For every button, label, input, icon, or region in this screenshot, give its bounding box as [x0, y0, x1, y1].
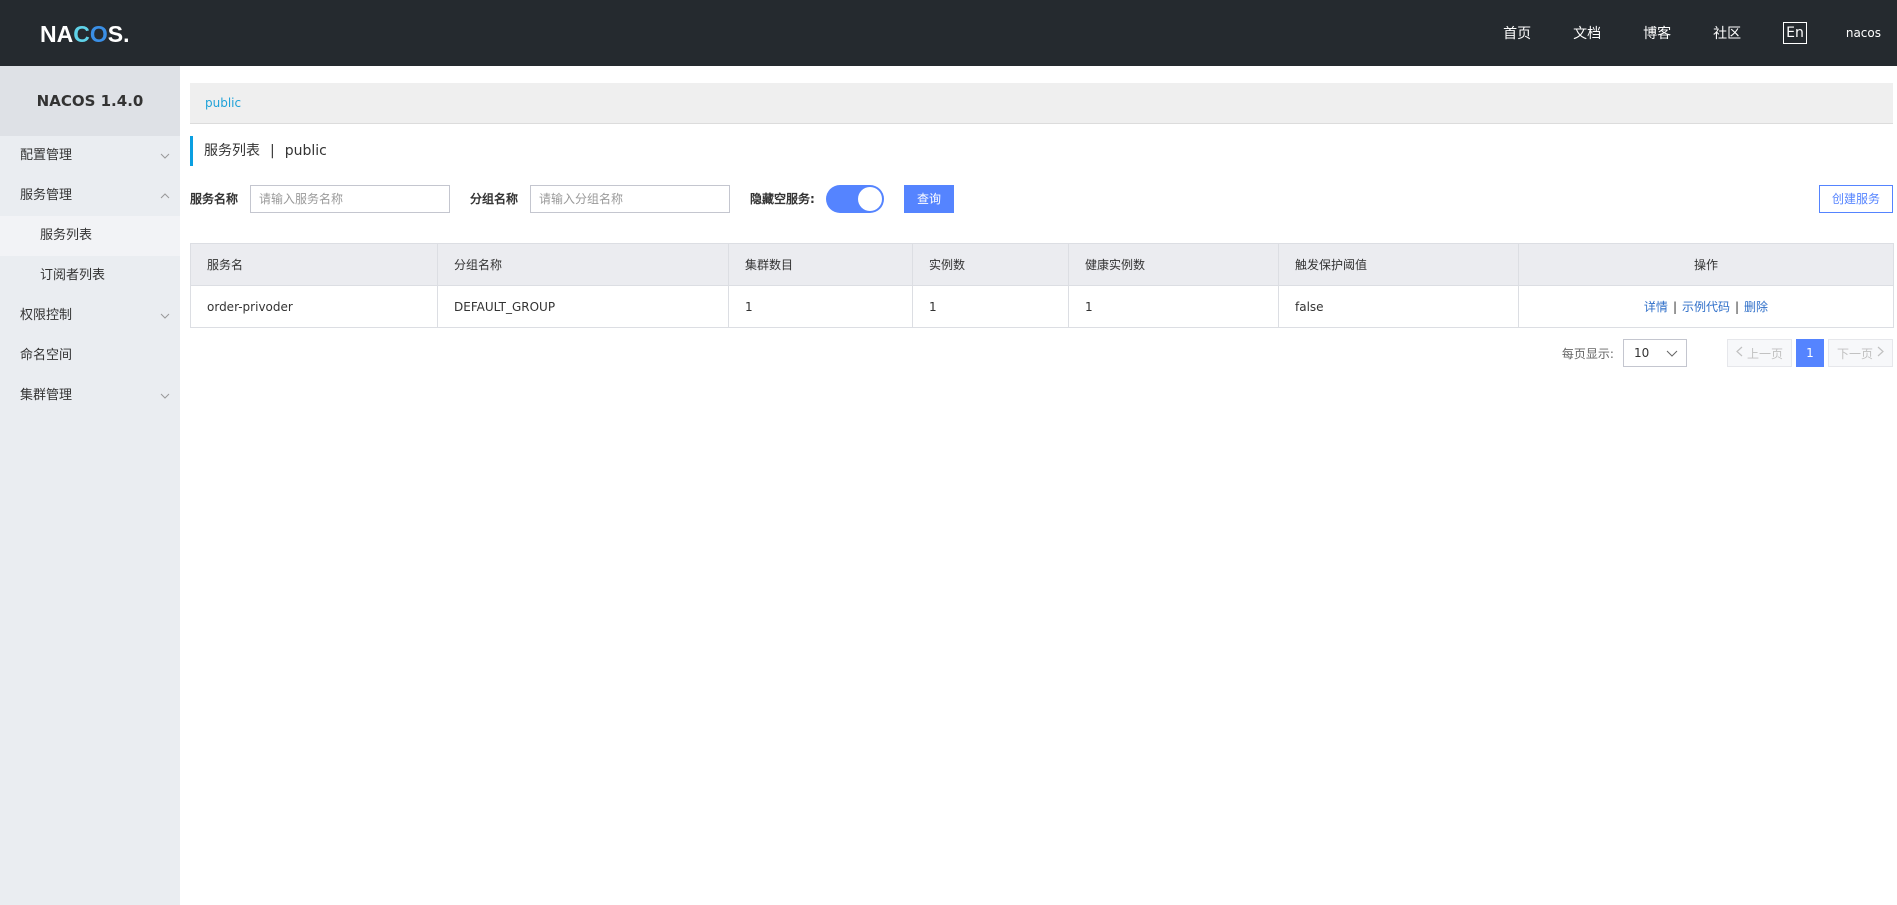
- sidebar-item-subscriber-list[interactable]: 订阅者列表: [0, 256, 180, 296]
- group-name-label: 分组名称: [470, 192, 519, 206]
- service-name-label: 服务名称: [190, 192, 239, 206]
- page-size-select[interactable]: 10: [1622, 339, 1687, 367]
- page-title: 服务列表 | public: [190, 136, 327, 166]
- page-size-value: 10: [1633, 346, 1650, 360]
- pagination: 每页显示: 10 上一页 1 下一页: [1562, 339, 1893, 367]
- namespace-bar: public: [190, 83, 1893, 124]
- nav-community[interactable]: 社区: [1713, 23, 1741, 43]
- delete-link[interactable]: 删除: [1744, 300, 1768, 314]
- nav-blog[interactable]: 博客: [1643, 23, 1671, 43]
- sidebar-item-service-list[interactable]: 服务列表: [0, 216, 180, 256]
- query-button[interactable]: 查询: [904, 185, 954, 213]
- chevron-down-icon: [1666, 346, 1678, 360]
- toggle-knob: [858, 187, 882, 211]
- sidebar-item-label: 服务列表: [40, 228, 93, 243]
- column-header-healthy-instance-count: 健康实例数: [1068, 243, 1279, 286]
- sample-code-link[interactable]: 示例代码: [1682, 300, 1730, 314]
- sidebar-item-label: 配置管理: [20, 148, 73, 163]
- sidebar-item-label: 服务管理: [20, 188, 73, 203]
- next-page-button[interactable]: 下一页: [1827, 339, 1893, 367]
- sidebar-item-namespace[interactable]: 命名空间: [0, 336, 180, 376]
- cell-service-name: order-privoder: [190, 285, 438, 328]
- action-separator: |: [1672, 300, 1677, 314]
- sidebar-item-label: 集群管理: [20, 388, 73, 403]
- sidebar-item-config-management[interactable]: 配置管理: [0, 136, 180, 176]
- action-separator: |: [1735, 300, 1740, 314]
- sidebar-item-cluster-management[interactable]: 集群管理: [0, 376, 180, 416]
- version-title: NACOS 1.4.0: [0, 66, 180, 136]
- cell-actions: 详情 | 示例代码 | 删除: [1518, 285, 1894, 328]
- language-switch[interactable]: En: [1783, 22, 1807, 44]
- nacos-logo[interactable]: NACOS.: [40, 21, 129, 48]
- column-header-protect-threshold: 触发保护阈值: [1278, 243, 1519, 286]
- sidebar: NACOS 1.4.0 配置管理 服务管理 服务列表 订阅者列表 权限控制 命名…: [0, 66, 180, 905]
- page-title-text: 服务列表: [204, 143, 260, 159]
- sidebar-item-service-management[interactable]: 服务管理: [0, 176, 180, 216]
- namespace-tab-public[interactable]: public: [205, 83, 241, 123]
- cell-instance-count: 1: [912, 285, 1069, 328]
- sidebar-item-label: 权限控制: [20, 308, 73, 323]
- page-size-label: 每页显示:: [1561, 346, 1614, 361]
- user-name[interactable]: nacos: [1846, 26, 1881, 40]
- column-header-instance-count: 实例数: [912, 243, 1069, 286]
- sidebar-item-label: 订阅者列表: [40, 268, 106, 283]
- service-table: 服务名 分组名称 集群数目 实例数 健康实例数 触发保护阈值 操作 order-…: [190, 243, 1894, 328]
- chevron-down-icon: [158, 376, 172, 416]
- filter-bar: 服务名称 分组名称 隐藏空服务: 查询 创建服务: [190, 185, 1893, 213]
- cell-cluster-count: 1: [728, 285, 913, 328]
- chevron-up-icon: [158, 176, 172, 216]
- column-header-cluster-count: 集群数目: [728, 243, 913, 286]
- nav-home[interactable]: 首页: [1503, 23, 1531, 43]
- table-row: order-privoder DEFAULT_GROUP 1 1 1 false…: [190, 285, 1894, 328]
- prev-page-button[interactable]: 上一页: [1726, 339, 1792, 367]
- nav-docs[interactable]: 文档: [1573, 23, 1601, 43]
- hide-empty-service-label: 隐藏空服务:: [750, 192, 815, 206]
- chevron-down-icon: [158, 296, 172, 336]
- main-content: public 服务列表 | public 服务名称 分组名称 隐藏空服务: 查询 创…: [190, 66, 1894, 905]
- chevron-left-icon: [1736, 346, 1743, 360]
- cell-protect-threshold: false: [1278, 285, 1519, 328]
- details-link[interactable]: 详情: [1644, 300, 1668, 314]
- chevron-down-icon: [158, 136, 172, 176]
- cell-group-name: DEFAULT_GROUP: [437, 285, 729, 328]
- page-title-namespace: public: [284, 143, 327, 159]
- page-number-current[interactable]: 1: [1795, 339, 1824, 367]
- service-name-input[interactable]: [250, 185, 450, 213]
- next-page-label: 下一页: [1836, 346, 1873, 361]
- page-title-separator: |: [270, 143, 275, 159]
- sidebar-item-label: 命名空间: [20, 348, 73, 363]
- table-header-row: 服务名 分组名称 集群数目 实例数 健康实例数 触发保护阈值 操作: [190, 243, 1894, 286]
- chevron-right-icon: [1877, 346, 1884, 360]
- top-header: NACOS. 首页 文档 博客 社区 En nacos: [0, 0, 1897, 66]
- column-header-actions: 操作: [1518, 243, 1894, 286]
- top-nav: 首页 文档 博客 社区 En nacos: [1503, 0, 1881, 66]
- sidebar-item-access-control[interactable]: 权限控制: [0, 296, 180, 336]
- hide-empty-service-toggle[interactable]: [826, 185, 884, 213]
- prev-page-label: 上一页: [1746, 346, 1783, 361]
- group-name-input[interactable]: [530, 185, 730, 213]
- create-service-button[interactable]: 创建服务: [1819, 185, 1893, 213]
- cell-healthy-instance-count: 1: [1068, 285, 1279, 328]
- column-header-service-name: 服务名: [190, 243, 438, 286]
- column-header-group-name: 分组名称: [437, 243, 729, 286]
